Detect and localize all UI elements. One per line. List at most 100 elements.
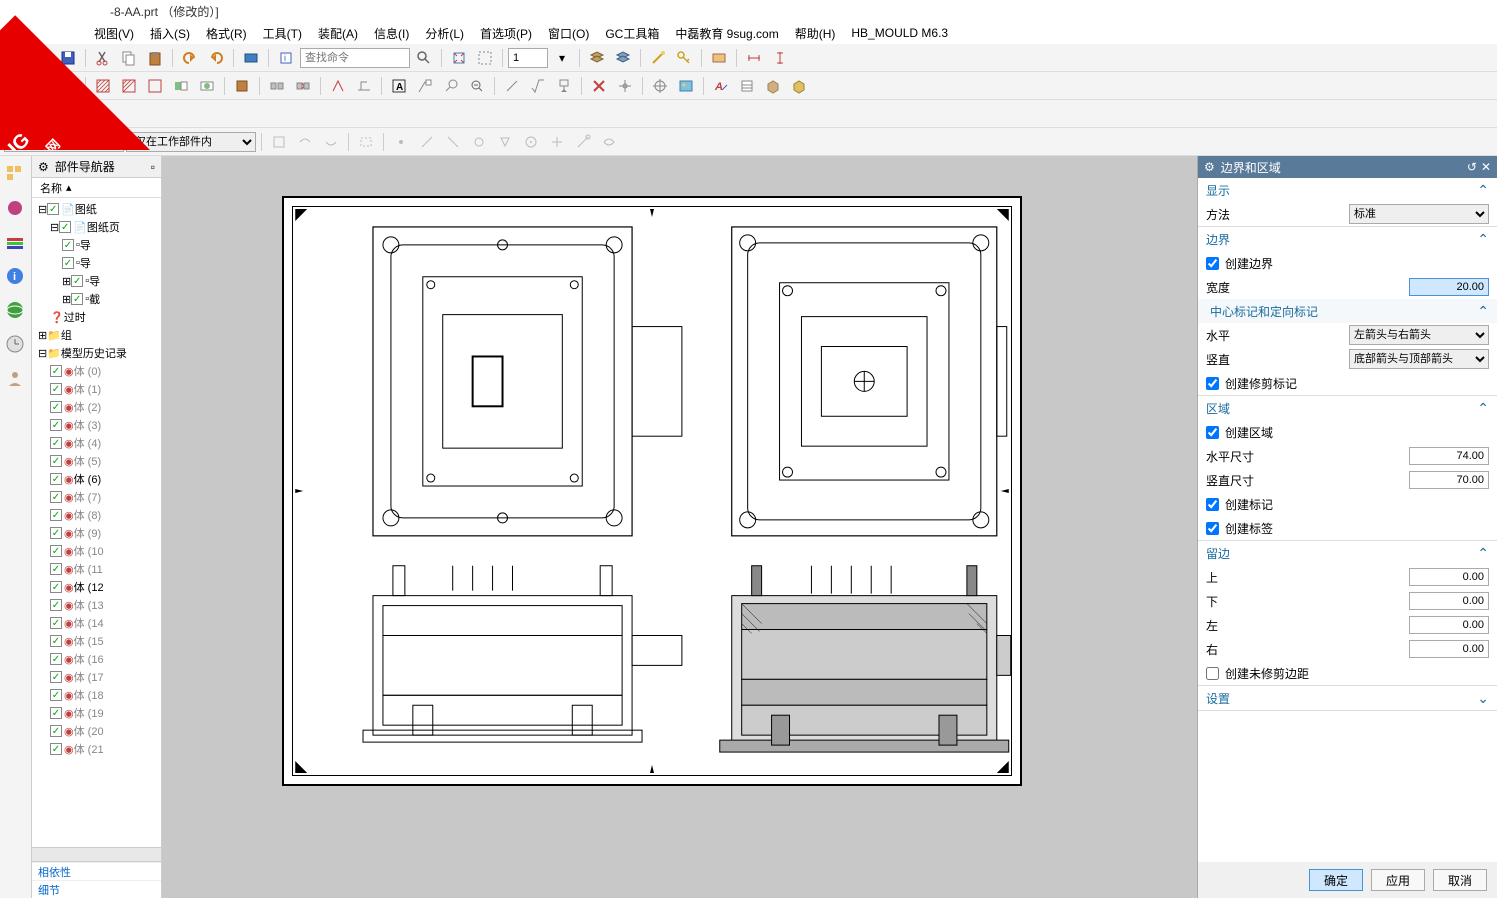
vsize-input[interactable] bbox=[1409, 471, 1489, 489]
nav-details[interactable]: 细节 bbox=[32, 880, 161, 898]
target-icon[interactable] bbox=[648, 75, 672, 97]
tree-body-row[interactable]: ✓◉体 (20 bbox=[34, 722, 159, 740]
section1-icon[interactable] bbox=[169, 75, 193, 97]
snap6-icon[interactable] bbox=[519, 131, 543, 153]
box1-icon[interactable] bbox=[761, 75, 785, 97]
section-center-mark[interactable]: 中心标记和定向标记⌃ bbox=[1198, 299, 1497, 323]
right-input[interactable] bbox=[1409, 640, 1489, 658]
ok-button[interactable]: 确定 bbox=[1309, 869, 1363, 891]
tree-body-row[interactable]: ✓◉体 (0) bbox=[34, 362, 159, 380]
tree-body-row[interactable]: ✓◉体 (18 bbox=[34, 686, 159, 704]
center-icon[interactable] bbox=[613, 75, 637, 97]
rail-role-icon[interactable] bbox=[5, 368, 27, 390]
tree-body-row[interactable]: ✓◉体 (21 bbox=[34, 740, 159, 758]
menu-window[interactable]: 窗口(O) bbox=[544, 23, 593, 44]
layer-icon[interactable] bbox=[585, 47, 609, 69]
drawing-canvas[interactable] bbox=[162, 156, 1197, 898]
filter3-icon[interactable] bbox=[319, 131, 343, 153]
search-icon[interactable] bbox=[412, 47, 436, 69]
sel-rect-icon[interactable] bbox=[354, 131, 378, 153]
weld-icon[interactable] bbox=[326, 75, 350, 97]
snap9-icon[interactable] bbox=[597, 131, 621, 153]
menu-gctoolbox[interactable]: GC工具箱 bbox=[601, 23, 663, 44]
method-select[interactable]: 标准 bbox=[1349, 204, 1489, 224]
settings-icon[interactable] bbox=[735, 75, 759, 97]
menu-help[interactable]: 帮助(H) bbox=[791, 23, 840, 44]
gear-icon[interactable]: ⚙ bbox=[1204, 160, 1215, 174]
vertical-select[interactable]: 底部箭头与顶部箭头 bbox=[1349, 349, 1489, 369]
hsize-input[interactable] bbox=[1409, 447, 1489, 465]
key-icon[interactable] bbox=[672, 47, 696, 69]
filter2-icon[interactable] bbox=[293, 131, 317, 153]
rail-web-icon[interactable] bbox=[5, 300, 27, 322]
sheet-icon[interactable] bbox=[707, 47, 731, 69]
snap5-icon[interactable] bbox=[493, 131, 517, 153]
nav-dependencies[interactable]: 相依性 bbox=[32, 862, 161, 880]
rail-info-icon[interactable]: i bbox=[5, 266, 27, 288]
tree-body-row[interactable]: ✓◉体 (1) bbox=[34, 380, 159, 398]
section-region[interactable]: 区域⌃ bbox=[1198, 396, 1497, 420]
dim2-icon[interactable] bbox=[768, 47, 792, 69]
tree-body-row[interactable]: ✓◉体 (10 bbox=[34, 542, 159, 560]
tree-body-row[interactable]: ✓◉体 (14 bbox=[34, 614, 159, 632]
tree-body-row[interactable]: ✓◉体 (16 bbox=[34, 650, 159, 668]
menu-format[interactable]: 格式(R) bbox=[202, 23, 251, 44]
section-settings[interactable]: 设置⌄ bbox=[1198, 686, 1497, 710]
menu-hbmould[interactable]: HB_MOULD M6.3 bbox=[847, 24, 952, 42]
line-icon[interactable] bbox=[500, 75, 524, 97]
note-icon[interactable] bbox=[413, 75, 437, 97]
create-trim-check[interactable] bbox=[1206, 377, 1219, 390]
info-icon[interactable]: i bbox=[274, 47, 298, 69]
box2-icon[interactable] bbox=[787, 75, 811, 97]
tree-body-row[interactable]: ✓◉体 (5) bbox=[34, 452, 159, 470]
snap7-icon[interactable] bbox=[545, 131, 569, 153]
detail-icon[interactable] bbox=[230, 75, 254, 97]
cancel-button[interactable]: 取消 bbox=[1433, 869, 1487, 891]
nav-tree[interactable]: ⊟✓📄图纸 ⊟✓📄图纸页 ✓▫导 ✓▫导 ⊞✓▫导 ⊞✓▫截 ❓过时 ⊞📁组 ⊟… bbox=[32, 198, 161, 847]
create-boundary-check[interactable] bbox=[1206, 257, 1219, 270]
balloon-icon[interactable] bbox=[439, 75, 463, 97]
tree-body-row[interactable]: ✓◉体 (8) bbox=[34, 506, 159, 524]
zoom-icon[interactable] bbox=[473, 47, 497, 69]
zoomout-icon[interactable] bbox=[465, 75, 489, 97]
dim1-icon[interactable] bbox=[742, 47, 766, 69]
image-icon[interactable] bbox=[674, 75, 698, 97]
tree-body-row[interactable]: ✓◉体 (7) bbox=[34, 488, 159, 506]
undo-icon[interactable] bbox=[178, 47, 202, 69]
tree-body-row[interactable]: ✓◉体 (2) bbox=[34, 398, 159, 416]
create-mark-check[interactable] bbox=[1206, 498, 1219, 511]
tree-body-row[interactable]: ✓◉体 (13 bbox=[34, 596, 159, 614]
gear-icon[interactable]: ⚙ bbox=[38, 160, 49, 174]
left-input[interactable] bbox=[1409, 616, 1489, 634]
tree-body-row[interactable]: ✓◉体 (9) bbox=[34, 524, 159, 542]
section-boundary[interactable]: 边界⌃ bbox=[1198, 227, 1497, 251]
wand-icon[interactable] bbox=[646, 47, 670, 69]
width-input[interactable] bbox=[1409, 278, 1489, 296]
tree-body-row[interactable]: ✓◉体 (12 bbox=[34, 578, 159, 596]
sqrt-icon[interactable] bbox=[526, 75, 550, 97]
surface-icon[interactable] bbox=[352, 75, 376, 97]
layer2-icon[interactable] bbox=[611, 47, 635, 69]
section-display[interactable]: 显示⌃ bbox=[1198, 178, 1497, 202]
display-mode-icon[interactable] bbox=[239, 47, 263, 69]
tree-body-row[interactable]: ✓◉体 (17 bbox=[34, 668, 159, 686]
tree-body-row[interactable]: ✓◉体 (11 bbox=[34, 560, 159, 578]
menu-9sug[interactable]: 中磊教育 9sug.com bbox=[671, 23, 782, 44]
nav-pin-icon[interactable]: ▫ bbox=[151, 160, 155, 174]
menu-preferences[interactable]: 首选项(P) bbox=[476, 23, 536, 44]
rail-constraint-icon[interactable] bbox=[5, 198, 27, 220]
nav-column-name[interactable]: 名称▴ bbox=[32, 178, 161, 198]
section2-icon[interactable] bbox=[195, 75, 219, 97]
menu-insert[interactable]: 插入(S) bbox=[146, 23, 194, 44]
menu-tools[interactable]: 工具(T) bbox=[259, 23, 306, 44]
fit-icon[interactable] bbox=[447, 47, 471, 69]
menu-info[interactable]: 信息(I) bbox=[370, 23, 413, 44]
rail-history-icon[interactable] bbox=[5, 334, 27, 356]
break-icon[interactable] bbox=[291, 75, 315, 97]
delete-icon[interactable] bbox=[587, 75, 611, 97]
apply-button[interactable]: 应用 bbox=[1371, 869, 1425, 891]
snap4-icon[interactable] bbox=[467, 131, 491, 153]
page-input[interactable] bbox=[508, 48, 548, 68]
rail-nav-icon[interactable] bbox=[5, 164, 27, 186]
snap8-icon[interactable] bbox=[571, 131, 595, 153]
